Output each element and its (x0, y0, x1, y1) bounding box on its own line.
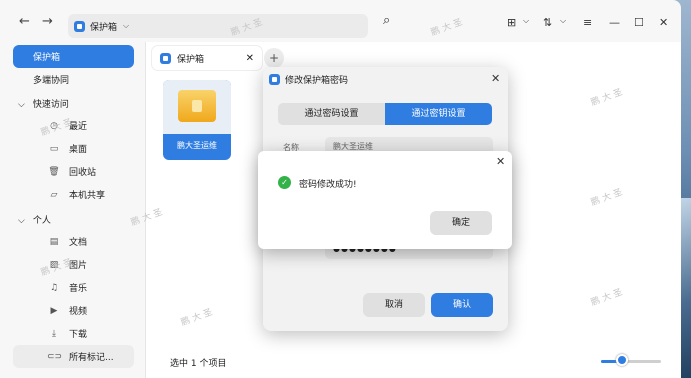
group-label: 个人 (32, 216, 51, 226)
zoom-slider[interactable] (601, 360, 661, 363)
sidebar-item-desktop[interactable]: ▭ 桌面 (13, 137, 134, 160)
forward-icon[interactable]: → (42, 14, 53, 29)
sort-icon[interactable]: ⇅ (543, 16, 552, 29)
folder-icon: ▱ (50, 189, 58, 200)
file-item[interactable]: 鹏大圣运维 (163, 80, 231, 160)
sidebar-item-trash[interactable]: 🗑 回收站 (13, 160, 134, 183)
dialog-title: 修改保护箱密码 (285, 76, 349, 86)
sidebar-group-quick-access[interactable]: ⌵ 快速访问 (18, 97, 69, 110)
image-icon: ▨ (49, 259, 59, 270)
clock-icon: ◷ (50, 120, 58, 131)
sidebar-item-label: 视频 (69, 307, 88, 317)
sidebar-item-recent[interactable]: ◷ 最近 (13, 114, 134, 137)
vault-box-icon (163, 80, 231, 134)
search-icon[interactable]: ⌕ (383, 13, 390, 28)
document-icon: ▤ (49, 236, 59, 247)
sidebar-item-local-share[interactable]: ▱ 本机共享 (13, 183, 134, 206)
sidebar-item-downloads[interactable]: ⤓ 下载 (13, 322, 134, 345)
sidebar: 保护箱 多端协同 ⌵ 快速访问 ◷ 最近 ▭ 桌面 🗑 回收站 ▱ 本机共享 ⌵ 个人 ▤ 文… (0, 42, 145, 378)
menu-icon[interactable]: ≡ (583, 16, 592, 29)
music-icon: ♫ (49, 282, 59, 293)
group-label: 快速访问 (32, 100, 69, 110)
sidebar-item-label: 下载 (69, 330, 88, 340)
trash-icon: 🗑 (48, 166, 60, 177)
sidebar-item-all-tags[interactable]: ⊂⊃ 所有标记... (13, 345, 134, 368)
sidebar-item-label: 所有标记... (69, 353, 114, 363)
back-icon[interactable]: ← (19, 14, 30, 29)
chevron-down-icon[interactable]: ⌵ (123, 21, 129, 31)
chevron-down-icon: ⌵ (18, 216, 25, 226)
sidebar-item-vault[interactable]: 保护箱 (13, 45, 134, 68)
sidebar-item-videos[interactable]: ▶ 视频 (13, 299, 134, 322)
grid-view-icon[interactable]: ⊞ (507, 16, 516, 29)
success-message: 密码修改成功! (299, 180, 357, 190)
chevron-down-icon[interactable]: ⌵ (560, 16, 566, 26)
mode-switch: 通过密码设置 通过密钥设置 (278, 103, 492, 125)
monitor-icon: ▭ (49, 143, 59, 154)
minimize-icon[interactable]: — (609, 16, 620, 29)
sidebar-item-label: 图片 (69, 261, 88, 271)
watermark: 鹏 大 圣 (429, 17, 464, 39)
tab-label: 保护箱 (177, 54, 205, 65)
status-text: 选中 1 个项目 (170, 359, 227, 369)
sidebar-item-label: 音乐 (69, 284, 88, 294)
sidebar-item-music[interactable]: ♫ 音乐 (13, 276, 134, 299)
close-icon[interactable]: ✕ (496, 155, 505, 168)
close-icon[interactable]: ✕ (659, 16, 668, 29)
sidebar-item-label: 回收站 (69, 168, 97, 178)
vault-icon (74, 20, 85, 32)
video-icon: ▶ (50, 305, 58, 316)
chevron-down-icon[interactable]: ⌵ (523, 16, 529, 26)
cancel-button[interactable]: 取消 (363, 293, 425, 317)
close-icon[interactable]: ✕ (491, 72, 500, 85)
success-dialog: ✕ ✓ 密码修改成功! 确定 (258, 151, 512, 249)
sidebar-item-label: 本机共享 (69, 191, 106, 201)
file-name: 鹏大圣运维 (177, 141, 217, 150)
maximize-icon[interactable]: ☐ (634, 16, 644, 29)
vault-icon (160, 52, 171, 64)
tab-vault[interactable]: 保护箱 ✕ (152, 46, 262, 70)
check-circle-icon: ✓ (278, 176, 291, 189)
sidebar-item-pictures[interactable]: ▨ 图片 (13, 253, 134, 276)
sidebar-item-label: 最近 (69, 122, 88, 132)
address-bar[interactable]: 保护箱 ⌵ (68, 14, 368, 38)
add-tab-button[interactable]: + (264, 48, 284, 68)
tab-key-mode[interactable]: 通过密钥设置 (385, 103, 492, 125)
address-label: 保护箱 (90, 22, 118, 33)
sidebar-item-label: 多端协同 (33, 76, 70, 86)
sidebar-item-label: 桌面 (69, 145, 88, 155)
confirm-button[interactable]: 确认 (431, 293, 493, 317)
sidebar-item-documents[interactable]: ▤ 文档 (13, 230, 134, 253)
tag-icon: ⊂⊃ (47, 351, 63, 362)
sidebar-item-label: 保护箱 (33, 53, 61, 63)
zoom-slider-handle[interactable] (616, 354, 628, 366)
ok-button[interactable]: 确定 (430, 211, 492, 235)
sidebar-group-personal[interactable]: ⌵ 个人 (18, 213, 51, 226)
close-icon[interactable]: ✕ (246, 53, 254, 64)
download-icon: ⤓ (52, 328, 56, 339)
vault-icon (269, 74, 280, 85)
sidebar-item-multi-device[interactable]: 多端协同 (13, 68, 134, 91)
tab-password-mode[interactable]: 通过密码设置 (278, 103, 385, 125)
sidebar-item-label: 文档 (69, 238, 88, 248)
chevron-down-icon: ⌵ (18, 100, 25, 110)
